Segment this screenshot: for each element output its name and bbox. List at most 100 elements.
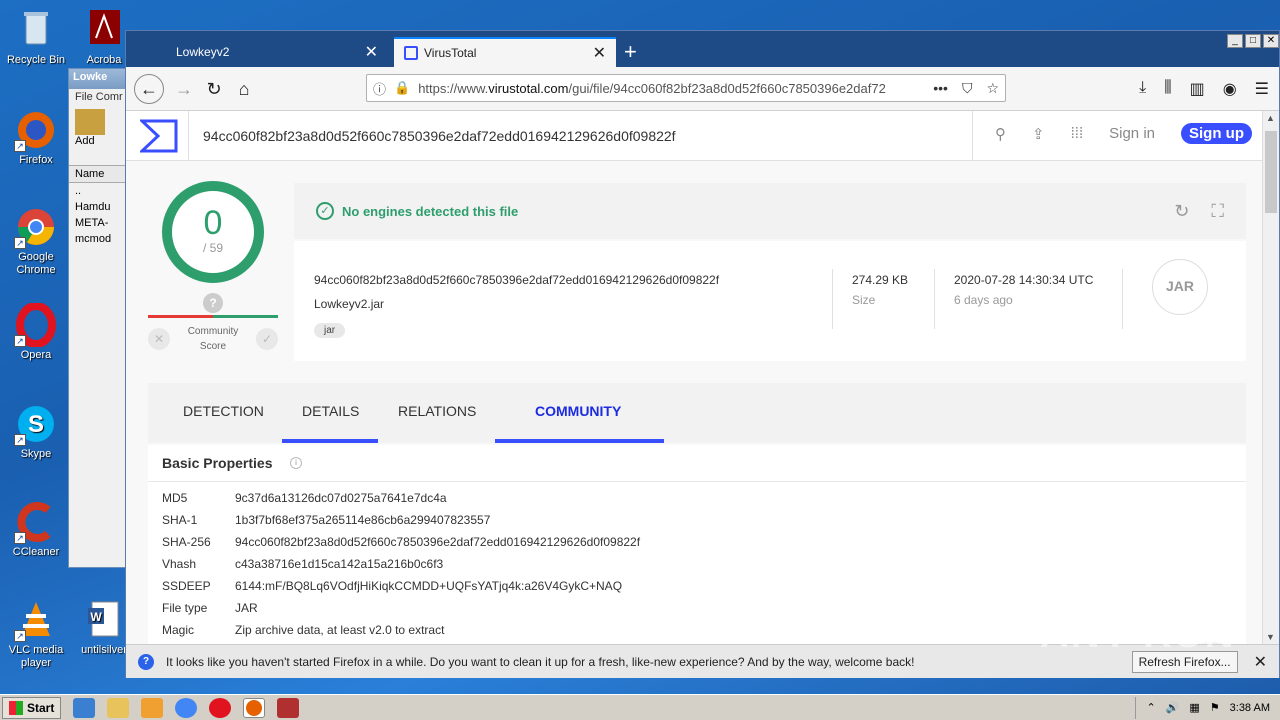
desktop-icon-label: untilsilver — [81, 644, 127, 656]
list-item[interactable]: Hamdu — [69, 199, 127, 215]
close-icon[interactable]: ✕ — [1254, 652, 1267, 672]
media-player-icon[interactable] — [141, 697, 164, 718]
file-tag[interactable]: jar — [314, 323, 346, 338]
sign-in-link[interactable]: Sign in — [1109, 125, 1155, 142]
info-icon[interactable]: ⓘ — [373, 79, 386, 98]
add-toolbar-button[interactable]: Add — [69, 105, 127, 165]
property-value: 6144:mF/BQ8Lq6VOdfjHiKiqkCCMDD+UQFsYATjq… — [235, 579, 623, 593]
expand-icon[interactable]: ⛶ — [1211, 201, 1224, 222]
tab-detection[interactable]: DETECTION — [183, 403, 264, 419]
start-button[interactable]: Start — [2, 696, 62, 719]
vote-malicious-icon[interactable]: ✕ — [148, 328, 170, 350]
desktop-icon-ccleaner[interactable]: ↗ CCleaner — [0, 500, 72, 559]
notification-text: It looks like you haven't started Firefo… — [166, 654, 915, 669]
window-menu[interactable]: File Comr — [69, 89, 127, 105]
apps-grid-icon[interactable]: ⁞⁞⁞ — [1071, 125, 1084, 142]
community-score-label: Community Score — [188, 324, 239, 354]
search-input[interactable]: 94cc060f82bf23a8d0d52f660c7850396e2daf72… — [188, 111, 973, 161]
desktop-icon-opera[interactable]: ↗ Opera — [0, 302, 72, 362]
sign-up-button[interactable]: Sign up — [1181, 123, 1252, 144]
vlc-icon: ↗ — [14, 598, 58, 642]
list-item[interactable]: META- — [69, 215, 127, 231]
firefox-window[interactable]: Lowkeyv2 ✕ VirusTotal ✕ + _ □ ✕ ← → ↻ ⌂ … — [125, 30, 1280, 678]
close-icon[interactable]: ✕ — [1263, 34, 1279, 48]
tab-details[interactable]: DETAILS — [302, 403, 359, 419]
desktop-icon-vlc[interactable]: ↗ VLC media player — [0, 598, 72, 670]
analysis-date: 2020-07-28 14:30:34 UTC — [954, 273, 1094, 287]
ie-icon[interactable] — [73, 697, 96, 718]
list-item[interactable]: mcmod — [69, 231, 127, 247]
firefox-icon: ↗ — [14, 108, 58, 152]
home-button[interactable]: ⌂ — [230, 75, 258, 103]
url-bar[interactable]: ⓘ 🔒 https://www. virustotal.com/gui/file/… — [366, 74, 1006, 102]
reload-button[interactable]: ↻ — [200, 75, 228, 103]
desktop-icon-label: Google Chrome — [16, 251, 56, 276]
volume-icon[interactable]: 🔊 — [1166, 701, 1180, 714]
tray-expand-icon[interactable]: ⌃ — [1146, 701, 1155, 714]
tab-relations[interactable]: RELATIONS — [398, 403, 476, 419]
maximize-icon[interactable]: □ — [1245, 34, 1261, 48]
page-scrollbar[interactable]: ▲ ▼ — [1262, 111, 1279, 644]
add-label: Add — [75, 135, 95, 147]
explorer-icon[interactable] — [107, 697, 130, 718]
property-value: 1b3f7bf68ef375a265114e86cb6a299407823557 — [235, 513, 491, 527]
info-icon[interactable]: i — [290, 457, 302, 469]
clock[interactable]: 3:38 AM — [1230, 702, 1270, 714]
svg-text:S: S — [28, 411, 44, 438]
upload-icon[interactable]: ⇪ — [1032, 125, 1045, 143]
tab-virustotal[interactable]: VirusTotal ✕ — [394, 37, 616, 67]
tab-community[interactable]: COMMUNITY — [535, 403, 621, 419]
lock-icon: 🔒 — [394, 80, 411, 95]
desktop-icon-word-doc[interactable]: W untilsilver — [76, 598, 132, 657]
network-icon[interactable]: ▦ — [1189, 701, 1199, 714]
desktop-icon-skype[interactable]: S ↗ Skype — [0, 402, 72, 461]
divider — [832, 269, 833, 329]
background-archive-window[interactable]: Lowke File Comr Add Name .. Hamdu META- … — [68, 68, 128, 568]
reanalyze-icon[interactable]: ↻ — [1174, 201, 1189, 222]
bookmark-star-icon[interactable]: ☆ — [986, 80, 999, 97]
firefox-taskbar-button[interactable] — [243, 697, 266, 718]
page-actions-icon[interactable]: ••• — [933, 80, 948, 97]
scroll-thumb[interactable] — [1265, 131, 1277, 213]
file-size-label: Size — [852, 293, 876, 307]
forward-button[interactable]: → — [170, 75, 198, 103]
desktop-icon-acrobat[interactable]: Acroba — [80, 8, 128, 67]
minimize-icon[interactable]: _ — [1227, 34, 1243, 48]
close-icon[interactable]: ✕ — [593, 43, 606, 63]
vote-harmless-icon[interactable]: ✓ — [255, 328, 278, 350]
shortcut-arrow-icon: ↗ — [14, 237, 26, 249]
community-score: ✕ Community Score ✓ — [148, 324, 278, 354]
account-icon[interactable]: ◉ — [1223, 79, 1237, 99]
property-key: MD5 — [162, 491, 188, 505]
library-icon[interactable]: ⫼ — [1164, 79, 1171, 99]
new-tab-button[interactable]: + — [624, 41, 637, 63]
virustotal-logo-icon[interactable] — [138, 119, 178, 153]
desktop-icon-recycle-bin[interactable]: Recycle Bin — [0, 8, 72, 67]
recycle-bin-icon — [14, 8, 58, 52]
back-button[interactable]: ← — [134, 74, 164, 104]
column-header-name[interactable]: Name — [69, 165, 127, 183]
flag-icon[interactable]: ⚑ — [1210, 701, 1220, 714]
close-icon[interactable]: ✕ — [365, 42, 378, 62]
search-icon[interactable]: ⚲ — [995, 125, 1006, 143]
property-value: 9c37d6a13126dc07d0275a7641e7dc4a — [235, 491, 447, 505]
scroll-up-icon[interactable]: ▲ — [1266, 113, 1275, 123]
download-icon[interactable]: ⤓ — [1139, 79, 1146, 99]
list-item[interactable]: .. — [69, 183, 127, 199]
desktop-icon-firefox[interactable]: ↗ Firefox — [0, 108, 72, 167]
menu-icon[interactable]: ☰ — [1255, 79, 1269, 99]
page-content: 94cc060f82bf23a8d0d52f660c7850396e2daf72… — [126, 111, 1264, 644]
url-path: /gui/file/94cc060f82bf23a8d0d52f660c7850… — [568, 80, 886, 96]
pocket-icon[interactable]: ⛉ — [962, 80, 973, 97]
winrar-icon[interactable] — [277, 697, 300, 718]
scroll-down-icon[interactable]: ▼ — [1266, 632, 1275, 642]
shortcut-arrow-icon: ↗ — [14, 434, 26, 446]
sidebar-icon[interactable]: ▥ — [1190, 79, 1205, 99]
desktop-icon-chrome[interactable]: ↗ Google Chrome — [0, 205, 72, 277]
header-actions: ⚲ ⇪ ⁞⁞⁞ Sign in Sign up — [995, 123, 1252, 144]
opera-icon[interactable] — [209, 697, 232, 718]
skype-icon: S ↗ — [14, 402, 58, 446]
chrome-icon[interactable] — [175, 697, 198, 718]
svg-text:W: W — [90, 610, 102, 624]
tab-lowkeyv2[interactable]: Lowkeyv2 ✕ — [166, 37, 388, 67]
